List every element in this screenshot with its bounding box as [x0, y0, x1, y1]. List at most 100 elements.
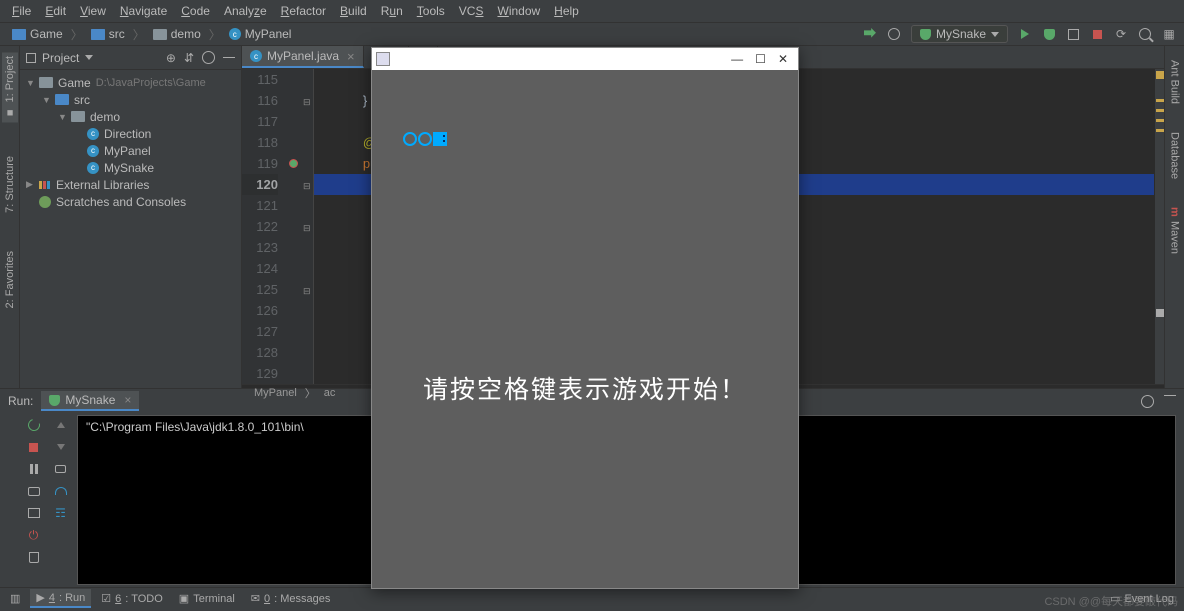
rerun-button[interactable]: [27, 418, 41, 432]
snake: [403, 132, 447, 146]
scroll-from-source-icon[interactable]: ⊕: [166, 51, 176, 65]
tool-windows-button[interactable]: ▥: [4, 590, 26, 607]
run-tab[interactable]: MySnake ×: [41, 391, 139, 411]
close-icon[interactable]: ×: [124, 393, 131, 407]
sb-run[interactable]: ▶ 4: Run: [30, 589, 91, 608]
tab-mypanel[interactable]: cMyPanel.java×: [242, 46, 364, 68]
pause-button[interactable]: [27, 462, 41, 476]
tree-row[interactable]: ▼src: [20, 91, 241, 108]
tab-database[interactable]: Database: [1167, 128, 1183, 183]
menu-refactor[interactable]: Refactor: [275, 2, 332, 20]
crumb-sep: 〉: [209, 26, 221, 43]
update-button[interactable]: ⟳: [1114, 27, 1128, 41]
snake-head: [433, 132, 447, 146]
menu-build[interactable]: Build: [334, 2, 373, 20]
settings-button[interactable]: ▦: [1162, 27, 1176, 41]
menu-edit[interactable]: Edit: [39, 2, 72, 20]
tree-row[interactable]: cMySnake: [20, 159, 241, 176]
crumb-demo[interactable]: demo: [149, 25, 205, 43]
fold-gutter[interactable]: ⊟ ⊟ ⊟ ⊟: [300, 69, 314, 384]
tree-row[interactable]: ▼Game D:\JavaProjects\Game: [20, 74, 241, 91]
bug-icon: [920, 29, 931, 40]
run-button[interactable]: [1018, 27, 1032, 41]
down-button[interactable]: [54, 440, 68, 454]
line-gutter[interactable]: 1151161171181191201211221231241251261271…: [242, 69, 286, 384]
tree-row[interactable]: cDirection: [20, 125, 241, 142]
crumb-class[interactable]: cMyPanel: [225, 25, 296, 43]
tab-ant[interactable]: Ant Build: [1167, 56, 1183, 108]
soft-wrap-button[interactable]: [54, 462, 68, 476]
app-icon: [376, 52, 390, 66]
build-button[interactable]: [863, 27, 877, 41]
game-window[interactable]: — ☐ ✕ 请按空格键表示游戏开始！: [371, 47, 799, 589]
run-config-select[interactable]: MySnake: [911, 25, 1008, 43]
snake-body-segment: [418, 132, 432, 146]
menu-window[interactable]: Window: [491, 2, 546, 20]
layout-button[interactable]: ☶: [54, 506, 68, 520]
breadcrumb: Game 〉 src 〉 demo 〉 cMyPanel: [8, 25, 295, 43]
run-config-label: MySnake: [936, 27, 986, 41]
close-button[interactable]: ✕: [778, 52, 788, 66]
stop-button[interactable]: [1090, 27, 1104, 41]
folder-icon: [12, 29, 26, 40]
gear-icon[interactable]: [1141, 395, 1154, 408]
menu-analyze[interactable]: Analyze: [218, 2, 273, 20]
error-stripe[interactable]: [1154, 69, 1164, 384]
override-marker[interactable]: [286, 153, 300, 174]
folder-icon: [153, 29, 167, 40]
gear-icon[interactable]: [202, 51, 215, 64]
dump-button[interactable]: [27, 484, 41, 498]
collapse-all-icon[interactable]: ⇵: [184, 51, 194, 65]
tree-row[interactable]: ▼demo: [20, 108, 241, 125]
maximize-button[interactable]: ☐: [755, 52, 766, 66]
sb-eventlog[interactable]: ▭ Event Log: [1104, 590, 1180, 607]
close-icon[interactable]: ×: [347, 49, 355, 64]
tab-maven[interactable]: m Maven: [1167, 203, 1183, 258]
chevron-down-icon[interactable]: [85, 55, 93, 60]
sb-todo[interactable]: ☑ 6: TODO: [95, 590, 169, 607]
menu-code[interactable]: Code: [175, 2, 216, 20]
game-canvas[interactable]: 请按空格键表示游戏开始！: [372, 70, 798, 588]
run-tab-label: MySnake: [65, 393, 115, 407]
menu-file[interactable]: File: [6, 2, 37, 20]
tab-structure[interactable]: 7: Structure: [2, 152, 18, 217]
tree-row[interactable]: Scratches and Consoles: [20, 193, 241, 210]
hide-icon[interactable]: [223, 57, 235, 59]
tree-row[interactable]: ▶External Libraries: [20, 176, 241, 193]
menu-navigate[interactable]: Navigate: [114, 2, 173, 20]
up-button[interactable]: [54, 418, 68, 432]
search-button[interactable]: [1138, 27, 1152, 41]
exit-button[interactable]: ⏻: [27, 528, 41, 542]
scroll-end-button[interactable]: [54, 484, 68, 498]
menu-vcs[interactable]: VCS: [453, 2, 490, 20]
menu-view[interactable]: View: [74, 2, 112, 20]
stop-button[interactable]: [27, 440, 41, 454]
sb-messages[interactable]: ✉ 0: Messages: [245, 590, 337, 607]
minimize-button[interactable]: —: [731, 52, 743, 66]
bug-icon: [49, 395, 60, 406]
project-view-icon: [26, 53, 36, 63]
left-tool-stripe: ■ 1: Project 7: Structure 2: Favorites: [0, 46, 20, 388]
sync-button[interactable]: [887, 27, 901, 41]
tree-row[interactable]: cMyPanel: [20, 142, 241, 159]
coverage-button[interactable]: [1066, 27, 1080, 41]
delete-button[interactable]: [27, 550, 41, 564]
tab-project[interactable]: ■ 1: Project: [2, 52, 18, 122]
project-tool-window: Project ⊕ ⇵ ▼Game D:\JavaProjects\Game▼s…: [20, 46, 242, 388]
menu-help[interactable]: Help: [548, 2, 585, 20]
menu-tools[interactable]: Tools: [411, 2, 451, 20]
crumb-game[interactable]: Game: [8, 25, 67, 43]
hide-icon[interactable]: [1164, 395, 1176, 397]
project-tree[interactable]: ▼Game D:\JavaProjects\Game▼src▼democDire…: [20, 70, 241, 214]
print-button[interactable]: [27, 506, 41, 520]
game-titlebar[interactable]: — ☐ ✕: [372, 48, 798, 70]
debug-button[interactable]: [1042, 27, 1056, 41]
crumb-src[interactable]: src: [87, 25, 129, 43]
sb-terminal[interactable]: ▣ Terminal: [173, 590, 241, 607]
crumb-label: Game: [30, 27, 63, 41]
right-tool-stripe: Ant Build Database m Maven: [1164, 46, 1184, 388]
class-icon: c: [250, 50, 262, 62]
tab-favorites[interactable]: 2: Favorites: [2, 247, 18, 312]
menu-run[interactable]: Run: [375, 2, 409, 20]
icon-gutter: [286, 69, 300, 384]
